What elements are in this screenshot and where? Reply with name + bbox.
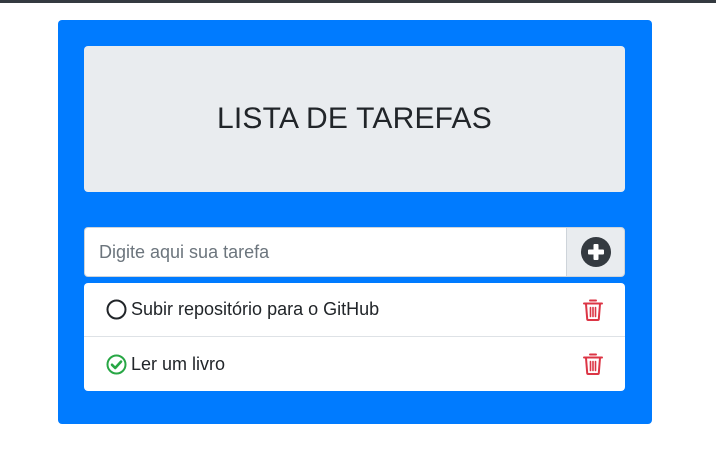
add-task-button[interactable] [566, 227, 625, 277]
list-item: Ler um livro [84, 337, 625, 391]
task-input[interactable] [84, 227, 566, 277]
page-title: LISTA DE TAREFAS [217, 102, 492, 135]
check-circle-icon[interactable] [106, 354, 127, 375]
plus-circle-icon [580, 237, 611, 267]
header-jumbotron: LISTA DE TAREFAS [84, 46, 625, 192]
circle-outline-icon[interactable] [106, 299, 127, 320]
task-text: Subir repositório para o GitHub [131, 299, 380, 319]
task-list: Subir repositório para o GitHub Ler um l… [84, 283, 625, 391]
task-text: Ler um livro [131, 353, 226, 374]
list-item: Subir repositório para o GitHub [84, 283, 625, 337]
task-form [84, 227, 625, 277]
top-border [0, 0, 716, 3]
trash-icon[interactable] [583, 353, 603, 375]
todo-card: LISTA DE TAREFAS Subir repositório para … [58, 20, 652, 424]
trash-icon[interactable] [583, 299, 603, 321]
